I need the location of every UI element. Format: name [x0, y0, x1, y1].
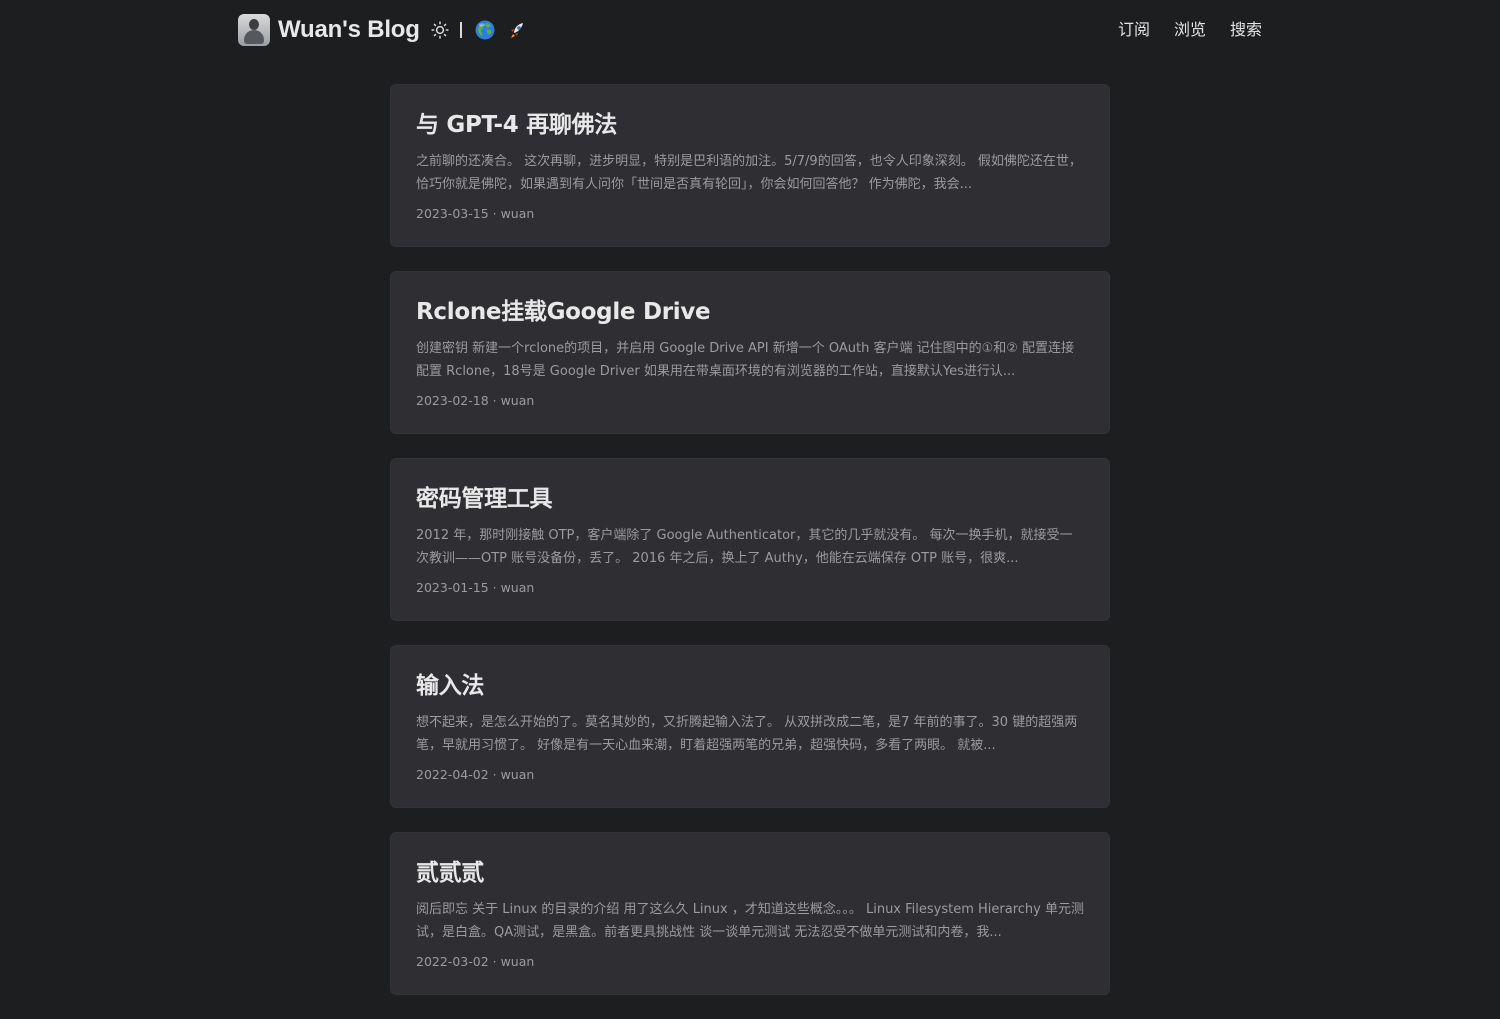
main-nav: 订阅 浏览 搜索	[1094, 19, 1262, 41]
post-meta: 2023-02-18 · wuan	[416, 393, 535, 408]
post-title: 密码管理工具	[416, 486, 553, 512]
post-entry[interactable]: 密码管理工具 2012 年，那时刚接触 OTP，客户端除了 Google Aut…	[390, 458, 1110, 621]
post-title: 贰贰贰	[416, 860, 485, 886]
post-list: 与 GPT-4 再聊佛法 之前聊的还凑合。 这次再聊，进步明显，特别是巴利语的加…	[390, 84, 1110, 1019]
post-summary: 2012 年，那时刚接触 OTP，客户端除了 Google Authentica…	[416, 528, 1073, 566]
sun-icon[interactable]	[430, 20, 450, 40]
nav-item-subscribe[interactable]: 订阅	[1118, 19, 1150, 41]
nav-item-browse[interactable]: 浏览	[1174, 19, 1206, 41]
post-summary: 想不起来，是怎么开始的了。莫名其妙的，又折腾起输入法了。 从双拼改成二笔，是7 …	[416, 715, 1078, 753]
site-avatar[interactable]	[238, 14, 270, 46]
post-meta: 2023-03-15 · wuan	[416, 206, 535, 221]
post-title: 输入法	[416, 673, 485, 699]
header-divider	[459, 22, 462, 38]
post-meta: 2023-01-15 · wuan	[416, 580, 535, 595]
post-summary: 创建密钥 新建一个rclone的项目，并启用 Google Drive API …	[416, 341, 1075, 379]
post-title: 与 GPT-4 再聊佛法	[416, 112, 618, 138]
post-entry[interactable]: 与 GPT-4 再聊佛法 之前聊的还凑合。 这次再聊，进步明显，特别是巴利语的加…	[390, 84, 1110, 247]
post-summary: 之前聊的还凑合。 这次再聊，进步明显，特别是巴利语的加注。5/7/9的回答，也令…	[416, 154, 1082, 192]
site-title[interactable]: Wuan's Blog	[278, 16, 420, 44]
nav-item-search[interactable]: 搜索	[1230, 19, 1262, 41]
site-header: Wuan's Blog 订阅 浏览 搜索	[0, 0, 1500, 60]
post-meta: 2022-04-02 · wuan	[416, 767, 535, 782]
globe-icon[interactable]	[474, 19, 496, 41]
post-entry[interactable]: 贰贰贰 阅后即忘 关于 Linux 的目录的介绍 用了这么久 Linux ，才知…	[390, 832, 1110, 995]
post-entry[interactable]: 输入法 想不起来，是怎么开始的了。莫名其妙的，又折腾起输入法了。 从双拼改成二笔…	[390, 645, 1110, 808]
post-title: Rclone挂载Google Drive	[416, 299, 711, 325]
brand: Wuan's Blog	[238, 13, 528, 47]
post-entry[interactable]: Rclone挂载Google Drive 创建密钥 新建一个rclone的项目，…	[390, 271, 1110, 434]
post-meta: 2022-03-02 · wuan	[416, 954, 535, 969]
post-summary: 阅后即忘 关于 Linux 的目录的介绍 用了这么久 Linux ，才知道这些概…	[416, 902, 1084, 940]
rocket-icon[interactable]	[506, 19, 528, 41]
